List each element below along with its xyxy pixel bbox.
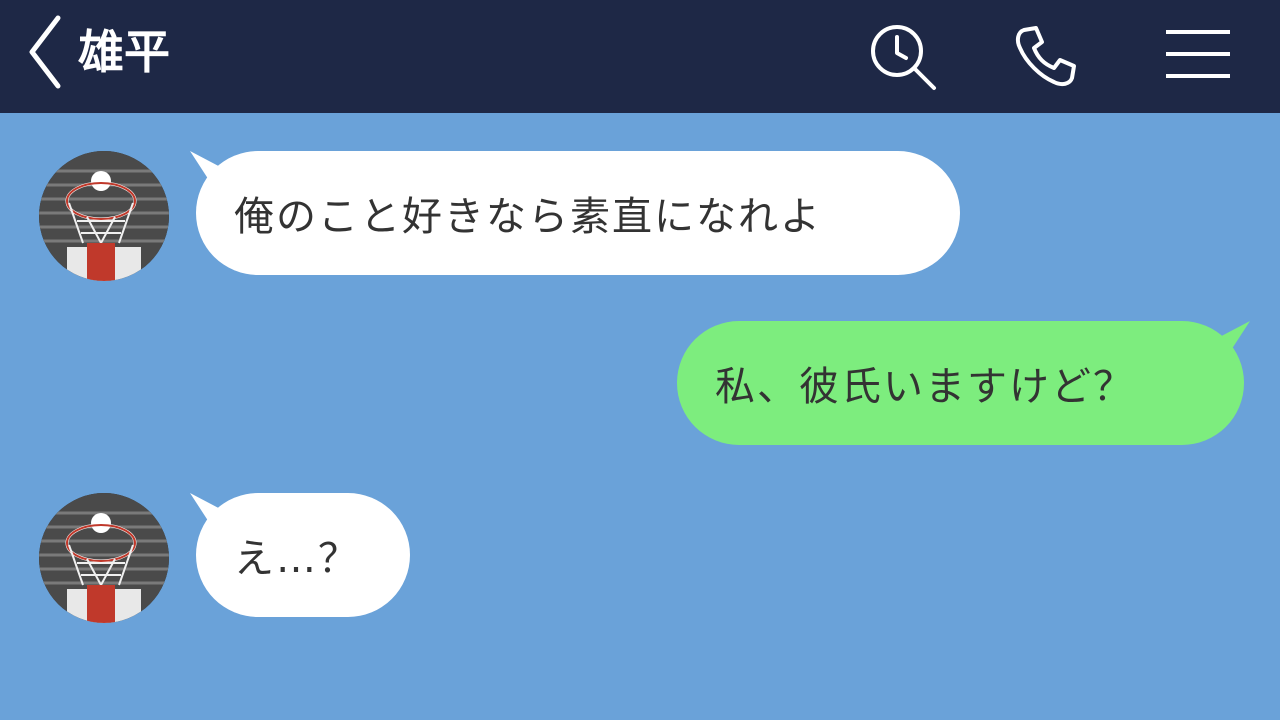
hamburger-menu-icon[interactable] <box>1160 20 1232 92</box>
chat-title: 雄平 <box>78 25 170 79</box>
message-bubble-outgoing: 私、彼氏いますけど？ <box>677 321 1244 445</box>
basketball-hoop-icon <box>39 151 169 281</box>
avatar[interactable] <box>39 151 169 281</box>
message-bubble-incoming: 俺のこと好きなら素直になれよ <box>196 151 960 275</box>
chevron-left-icon[interactable] <box>22 14 72 90</box>
message-bubble-incoming: え…？ <box>196 493 410 617</box>
avatar[interactable] <box>39 493 169 623</box>
phone-icon[interactable] <box>1010 20 1082 92</box>
search-clock-icon[interactable] <box>866 20 938 92</box>
chat-area: 俺のこと好きなら素直になれよ 私、彼氏いますけど？ え…？ <box>0 113 1280 720</box>
basketball-hoop-icon <box>39 493 169 623</box>
chat-header: 雄平 <box>0 0 1280 113</box>
